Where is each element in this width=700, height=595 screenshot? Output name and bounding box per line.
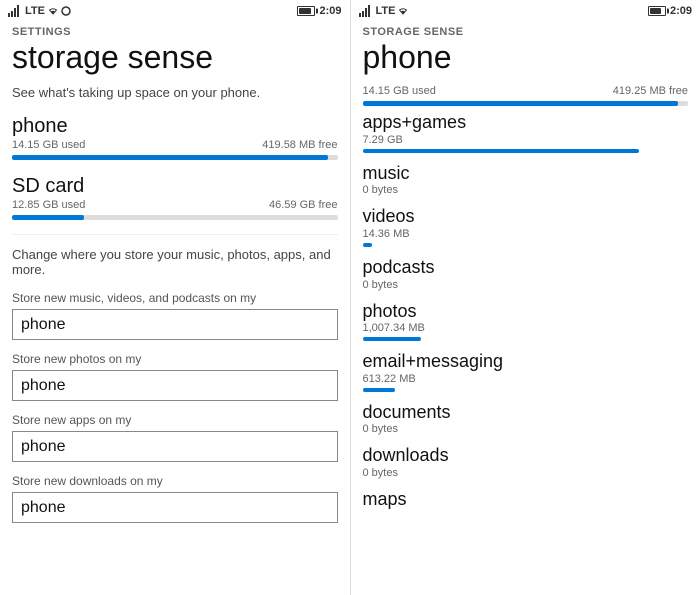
category-item[interactable]: podcasts0 bytes bbox=[363, 257, 689, 291]
battery-right bbox=[648, 5, 666, 17]
field-downloads-select[interactable]: phone SD card bbox=[12, 492, 338, 523]
field-apps-select[interactable]: phone SD card bbox=[12, 431, 338, 462]
category-size: 0 bytes bbox=[363, 423, 689, 435]
field-photos-label: Store new photos on my bbox=[12, 352, 338, 366]
phone-storage-name: phone bbox=[12, 114, 338, 138]
right-usage-line: 14.15 GB used 419.25 MB free bbox=[363, 85, 689, 97]
right-used: 14.15 GB used bbox=[363, 85, 436, 97]
sd-progress-track bbox=[12, 215, 338, 220]
category-bar bbox=[363, 243, 373, 247]
category-item[interactable]: downloads0 bytes bbox=[363, 445, 689, 479]
category-bar bbox=[363, 149, 640, 153]
category-size: 7.29 GB bbox=[363, 134, 689, 146]
wifi-icon-left bbox=[48, 6, 58, 16]
phone-used: 14.15 GB used bbox=[12, 139, 85, 151]
status-bar-left: LTE 2:09 bbox=[0, 0, 350, 22]
sd-progress-fill bbox=[12, 215, 84, 220]
field-photos: Store new photos on my phone SD card bbox=[12, 352, 338, 401]
category-size: 0 bytes bbox=[363, 279, 689, 291]
right-free: 419.25 MB free bbox=[613, 85, 688, 97]
categories-list: apps+games7.29 GBmusic0 bytesvideos14.36… bbox=[363, 112, 689, 510]
field-downloads: Store new downloads on my phone SD card bbox=[12, 474, 338, 523]
storage-sense-label: STORAGE SENSE bbox=[363, 22, 689, 38]
field-music-select[interactable]: phone SD card bbox=[12, 309, 338, 340]
page-title-left: storage sense bbox=[12, 40, 338, 75]
battery-left bbox=[297, 5, 315, 17]
field-music-label: Store new music, videos, and podcasts on… bbox=[12, 291, 338, 305]
phone-storage-item[interactable]: phone 14.15 GB used 419.58 MB free bbox=[12, 114, 338, 160]
category-item[interactable]: photos1,007.34 MB bbox=[363, 301, 689, 342]
settings-label: SETTINGS bbox=[12, 22, 338, 38]
category-name: maps bbox=[363, 489, 689, 511]
signal-icon-right bbox=[359, 5, 373, 17]
phone-storage-meta: 14.15 GB used 419.58 MB free bbox=[12, 139, 338, 151]
status-right-right: 2:09 bbox=[648, 5, 692, 17]
page-title-right: phone bbox=[363, 40, 689, 75]
sd-free: 46.59 GB free bbox=[269, 199, 338, 211]
network-type-left: LTE bbox=[25, 5, 45, 17]
divider bbox=[12, 234, 338, 235]
category-item[interactable]: videos14.36 MB bbox=[363, 206, 689, 247]
sd-storage-name: SD card bbox=[12, 174, 338, 198]
right-content: STORAGE SENSE phone 14.15 GB used 419.25… bbox=[351, 22, 700, 595]
field-apps-label: Store new apps on my bbox=[12, 413, 338, 427]
category-size: 0 bytes bbox=[363, 467, 689, 479]
field-music: Store new music, videos, and podcasts on… bbox=[12, 291, 338, 340]
category-item[interactable]: apps+games7.29 GB bbox=[363, 112, 689, 153]
phone-progress-track bbox=[12, 155, 338, 160]
category-bar bbox=[363, 337, 422, 341]
category-name: documents bbox=[363, 402, 689, 424]
subtitle: See what's taking up space on your phone… bbox=[12, 85, 338, 100]
sd-used: 12.85 GB used bbox=[12, 199, 85, 211]
wifi-icon-right bbox=[398, 6, 408, 16]
category-name: apps+games bbox=[363, 112, 689, 134]
change-text: Change where you store your music, photo… bbox=[12, 247, 338, 277]
category-item[interactable]: documents0 bytes bbox=[363, 402, 689, 436]
phone-progress-fill bbox=[12, 155, 328, 160]
right-panel: LTE 2:09 STORAGE SENSE phone 14.15 GB us… bbox=[351, 0, 700, 595]
left-panel: LTE 2:09 SETTINGS storage sense See what… bbox=[0, 0, 351, 595]
category-item[interactable]: maps bbox=[363, 489, 689, 511]
signal-icon-left bbox=[8, 5, 22, 17]
status-right-left: 2:09 bbox=[297, 5, 341, 17]
category-item[interactable]: music0 bytes bbox=[363, 163, 689, 197]
time-left: 2:09 bbox=[319, 5, 341, 17]
left-content: SETTINGS storage sense See what's taking… bbox=[0, 22, 350, 595]
right-progress-fill bbox=[363, 101, 679, 106]
sd-storage-meta: 12.85 GB used 46.59 GB free bbox=[12, 199, 338, 211]
status-left: LTE bbox=[8, 5, 71, 17]
field-photos-select[interactable]: phone SD card bbox=[12, 370, 338, 401]
category-name: downloads bbox=[363, 445, 689, 467]
phone-free: 419.58 MB free bbox=[262, 139, 337, 151]
category-name: videos bbox=[363, 206, 689, 228]
category-name: photos bbox=[363, 301, 689, 323]
sd-storage-item[interactable]: SD card 12.85 GB used 46.59 GB free bbox=[12, 174, 338, 220]
network-type-right: LTE bbox=[376, 5, 396, 17]
category-item[interactable]: email+messaging613.22 MB bbox=[363, 351, 689, 392]
extra-icon-left bbox=[61, 6, 71, 16]
status-bar-right: LTE 2:09 bbox=[351, 0, 700, 22]
status-left-right: LTE bbox=[359, 5, 409, 17]
category-name: email+messaging bbox=[363, 351, 689, 373]
category-size: 1,007.34 MB bbox=[363, 322, 689, 334]
time-right: 2:09 bbox=[670, 5, 692, 17]
field-downloads-label: Store new downloads on my bbox=[12, 474, 338, 488]
category-size: 14.36 MB bbox=[363, 228, 689, 240]
category-name: podcasts bbox=[363, 257, 689, 279]
category-size: 613.22 MB bbox=[363, 373, 689, 385]
right-progress-track bbox=[363, 101, 689, 106]
category-bar bbox=[363, 388, 396, 392]
right-storage-header: 14.15 GB used 419.25 MB free bbox=[363, 85, 689, 106]
category-size: 0 bytes bbox=[363, 184, 689, 196]
field-apps: Store new apps on my phone SD card bbox=[12, 413, 338, 462]
category-name: music bbox=[363, 163, 689, 185]
